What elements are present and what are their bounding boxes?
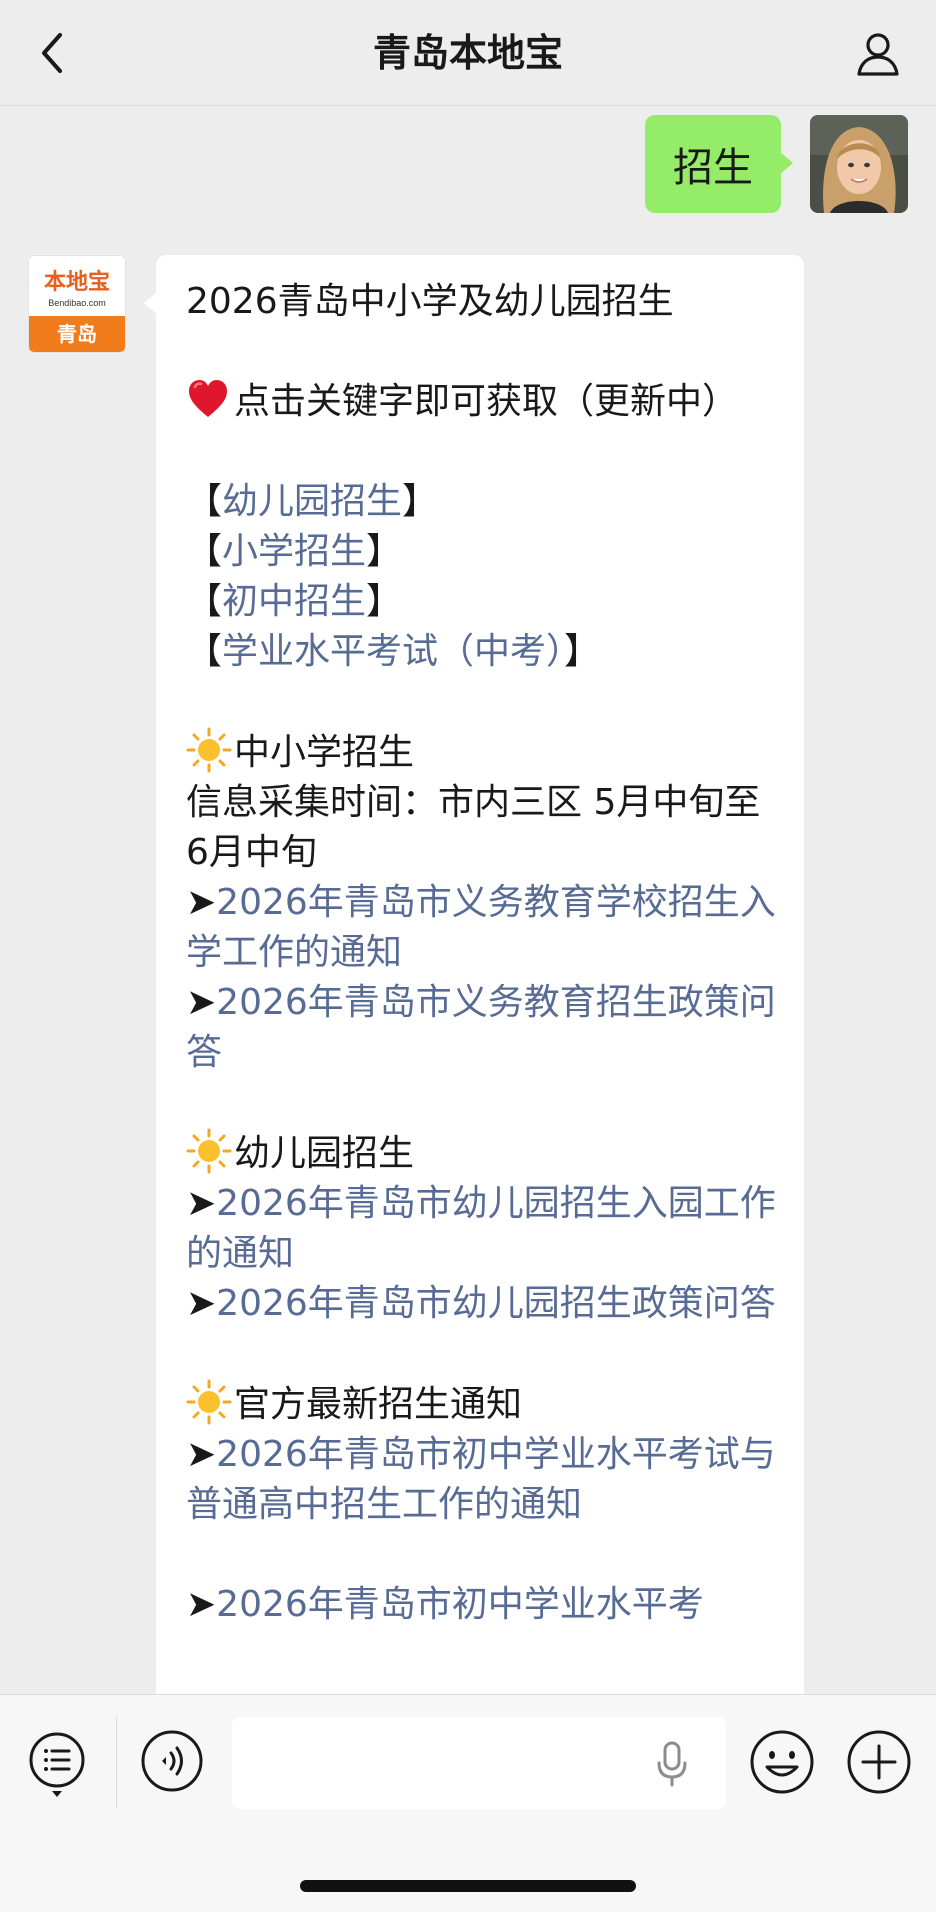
user-message-bubble[interactable]: 招生 xyxy=(645,115,793,213)
section-heading: 幼儿园招生 xyxy=(186,1128,776,1179)
sun-icon xyxy=(186,727,232,773)
voice-mode-button[interactable] xyxy=(140,1729,204,1793)
keyword-label[interactable]: 初中招生 xyxy=(222,581,366,622)
list-menu-icon xyxy=(29,1732,85,1797)
chat-area[interactable]: 招生 本地宝 Bendibao.com 青岛 2026青岛中小学及幼儿园招生 点… xyxy=(0,107,936,1694)
article-link[interactable]: ➤2026年青岛市初中学业水平考试与普通高中招生工作的通知 xyxy=(186,1430,776,1530)
emoji-button[interactable] xyxy=(749,1729,815,1795)
section-info: 信息采集时间：市内三区 5月中旬至6月中旬 xyxy=(186,782,761,873)
logo-sub-text: Bendibao.com xyxy=(48,298,106,308)
page-title: 青岛本地宝 xyxy=(372,31,563,75)
profile-button[interactable] xyxy=(850,26,906,82)
user-avatar-image xyxy=(810,115,908,213)
person-icon xyxy=(857,33,899,76)
toolbar-divider xyxy=(116,1717,117,1807)
keyword-link-kindergarten[interactable]: 【幼儿园招生】 xyxy=(186,477,776,527)
keyword-label[interactable]: 幼儿园招生 xyxy=(222,481,402,522)
bot-message-bubble: 2026青岛中小学及幼儿园招生 点击关键字即可获取（更新中） 【幼儿园招生】 【… xyxy=(144,255,804,1694)
message-prompt: 点击关键字即可获取（更新中） xyxy=(186,377,776,427)
logo: 本地宝 Bendibao.com xyxy=(29,256,125,318)
message-title: 2026青岛中小学及幼儿园招生 xyxy=(186,281,674,322)
keyword-label[interactable]: 学业水平考试（中考） xyxy=(222,631,564,672)
emoji-icon xyxy=(750,1730,814,1794)
plus-icon xyxy=(847,1730,911,1794)
navigation-bar: 青岛本地宝 xyxy=(0,0,936,106)
keyword-link-exam[interactable]: 【学业水平考试（中考）】 xyxy=(186,627,776,677)
back-button[interactable] xyxy=(30,28,74,78)
article-link[interactable]: ➤2026年青岛市初中学业水平考 xyxy=(186,1580,776,1630)
keyword-link-junior[interactable]: 【初中招生】 xyxy=(186,577,776,627)
more-button[interactable] xyxy=(846,1729,912,1795)
home-indicator[interactable] xyxy=(300,1880,636,1892)
official-account-avatar[interactable]: 本地宝 Bendibao.com 青岛 xyxy=(28,255,126,353)
voice-input-button[interactable] xyxy=(652,1739,692,1789)
article-link[interactable]: ➤2026年青岛市幼儿园招生政策问答 xyxy=(186,1279,776,1329)
section-heading: 官方最新招生通知 xyxy=(186,1379,776,1430)
article-link[interactable]: ➤2026年青岛市义务教育招生政策问答 xyxy=(186,978,776,1078)
sun-icon xyxy=(186,1379,232,1425)
section-heading: 中小学招生 xyxy=(186,727,776,778)
heart-icon xyxy=(189,380,227,417)
keyword-label[interactable]: 小学招生 xyxy=(222,531,366,572)
menu-button[interactable] xyxy=(28,1731,86,1799)
sun-icon xyxy=(186,1128,232,1174)
logo-main-text: 本地宝 xyxy=(43,269,110,295)
article-link[interactable]: ➤2026年青岛市义务教育学校招生入学工作的通知 xyxy=(186,878,776,978)
voice-icon xyxy=(141,1730,203,1792)
prompt-text: 点击关键字即可获取（更新中） xyxy=(234,381,739,422)
keyword-link-primary[interactable]: 【小学招生】 xyxy=(186,527,776,577)
chevron-left-icon xyxy=(42,33,62,73)
user-message-text: 招生 xyxy=(673,145,753,191)
user-avatar[interactable] xyxy=(810,115,908,213)
microphone-icon xyxy=(657,1741,687,1787)
input-toolbar xyxy=(0,1694,936,1912)
article-link[interactable]: ➤2026年青岛市幼儿园招生入园工作的通知 xyxy=(186,1179,776,1279)
logo-city-text: 青岛 xyxy=(29,316,125,352)
